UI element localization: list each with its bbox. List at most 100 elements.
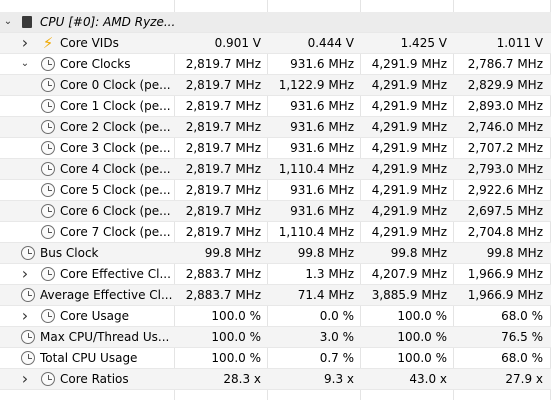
sensor-name-cell: Core 6 Clock (pe... — [0, 201, 174, 221]
sensor-row[interactable]: Core 6 Clock (pe... 2,819.7 MHz 931.6 MHz 4… — [0, 201, 551, 222]
clock-icon — [41, 309, 55, 323]
sensor-name-cell: Core 7 Clock (pe... — [0, 222, 174, 242]
sensor-row[interactable]: › Core Ratios 28.3 x 9.3 x 43.0 x 27.9 x — [0, 369, 551, 390]
clock-icon — [21, 351, 35, 365]
sensor-row[interactable]: Core 1 Clock (pe... 2,819.7 MHz 931.6 MHz 4… — [0, 96, 551, 117]
sensor-name-cell: ⌄ Core Clocks — [0, 54, 174, 74]
maximum-value: 3,885.9 MHz — [371, 288, 447, 302]
sensor-row[interactable]: Core 0 Clock (pe... 2,819.7 MHz 1,122.9 MH… — [0, 75, 551, 96]
sensor-name: Average Effective Cl... — [40, 288, 173, 302]
minimum-value: 0.444 V — [307, 36, 354, 50]
clock-icon — [41, 162, 55, 176]
minimum-value: 1,110.4 MHz — [278, 225, 354, 239]
current-value: 100.0 % — [211, 330, 261, 344]
sensor-name-cell: Core 1 Clock (pe... — [0, 96, 174, 116]
clock-icon — [41, 267, 55, 281]
maximum-value: 100.0 % — [397, 351, 447, 365]
sensor-row[interactable]: Max CPU/Thread Us... 100.0 % 3.0 % 100.0 % 7… — [0, 327, 551, 348]
sensor-name: Core 2 Clock (pe... — [60, 120, 171, 134]
sensor-row[interactable]: › Core Usage 100.0 % 0.0 % 100.0 % 68.0 % — [0, 306, 551, 327]
maximum-value: 4,291.9 MHz — [371, 57, 447, 71]
sensor-name-cell: Core 2 Clock (pe... — [0, 117, 174, 137]
clock-icon — [21, 288, 35, 302]
sensor-row[interactable]: Core 3 Clock (pe... 2,819.7 MHz 931.6 MHz 4… — [0, 138, 551, 159]
sensor-name: Core 5 Clock (pe... — [60, 183, 171, 197]
minimum-value: 931.6 MHz — [290, 183, 354, 197]
current-value: 2,819.7 MHz — [185, 120, 261, 134]
average-value: 2,704.8 MHz — [467, 225, 543, 239]
sensor-name: Core 7 Clock (pe... — [60, 225, 171, 239]
sensor-name-cell: Total CPU Usage — [0, 348, 174, 368]
sensor-row[interactable]: › ⚡ Core VIDs 0.901 V 0.444 V 1.425 V 1.011 V — [0, 33, 551, 54]
current-value: 2,819.7 MHz — [185, 183, 261, 197]
maximum-value: 4,291.9 MHz — [371, 78, 447, 92]
sensor-row[interactable]: Total CPU Usage 100.0 % 0.7 % 100.0 % 68.0 % — [0, 348, 551, 369]
average-value: 1,966.9 MHz — [467, 288, 543, 302]
group-row-cpu[interactable]: ⌄ CPU [#0]: AMD Ryze... — [0, 12, 551, 33]
minimum-value: 0.0 % — [319, 309, 354, 323]
chevron-down-icon[interactable]: ⌄ — [19, 54, 31, 74]
clock-icon — [41, 120, 55, 134]
minimum-value: 1,110.4 MHz — [278, 162, 354, 176]
sensor-name-cell: Core 3 Clock (pe... — [0, 138, 174, 158]
sensor-name: Core 3 Clock (pe... — [60, 141, 171, 155]
sensor-row[interactable]: Average Effective Cl... 2,883.7 MHz 71.4 M… — [0, 285, 551, 306]
average-value: 2,829.9 MHz — [467, 78, 543, 92]
minimum-value: 931.6 MHz — [290, 141, 354, 155]
sensor-row[interactable]: Core 2 Clock (pe... 2,819.7 MHz 931.6 MHz 4… — [0, 117, 551, 138]
sensor-name: Core 0 Clock (pe... — [60, 78, 171, 92]
group-name: CPU [#0]: AMD Ryze... — [40, 15, 174, 29]
current-value: 2,819.7 MHz — [185, 204, 261, 218]
chevron-right-icon[interactable]: › — [19, 369, 31, 389]
clock-icon — [41, 225, 55, 239]
current-value: 2,819.7 MHz — [185, 141, 261, 155]
maximum-value: 4,291.9 MHz — [371, 99, 447, 113]
clock-icon — [41, 141, 55, 155]
minimum-value: 3.0 % — [319, 330, 354, 344]
current-value: 100.0 % — [211, 351, 261, 365]
sensor-row[interactable]: Core 7 Clock (pe... 2,819.7 MHz 1,110.4 MH… — [0, 222, 551, 243]
minimum-value: 99.8 MHz — [297, 246, 354, 260]
sensor-name: Max CPU/Thread Us... — [40, 330, 170, 344]
current-value: 2,819.7 MHz — [185, 78, 261, 92]
chevron-right-icon[interactable]: › — [19, 264, 31, 284]
sensor-row[interactable]: Core 5 Clock (pe... 2,819.7 MHz 931.6 MHz 4… — [0, 180, 551, 201]
maximum-value: 4,291.9 MHz — [371, 204, 447, 218]
minimum-value: 931.6 MHz — [290, 57, 354, 71]
clock-icon — [41, 78, 55, 92]
average-value: 2,893.0 MHz — [467, 99, 543, 113]
current-value: 0.901 V — [214, 36, 261, 50]
sensor-name-cell: Core 4 Clock (pe... — [0, 159, 174, 179]
minimum-value: 9.3 x — [324, 372, 354, 386]
current-value: 2,819.7 MHz — [185, 162, 261, 176]
clock-icon — [41, 183, 55, 197]
current-value: 99.8 MHz — [204, 246, 261, 260]
sensor-name: Core 4 Clock (pe... — [60, 162, 171, 176]
average-value: 27.9 x — [505, 372, 543, 386]
sensor-row[interactable]: ⌄ Core Clocks 2,819.7 MHz 931.6 MHz 4,291.9 … — [0, 54, 551, 75]
sensor-name: Core Clocks — [60, 57, 131, 71]
maximum-value: 4,291.9 MHz — [371, 141, 447, 155]
sensor-name-cell: › Core Effective Cl... — [0, 264, 174, 284]
maximum-value: 100.0 % — [397, 330, 447, 344]
chevron-down-icon[interactable]: ⌄ — [2, 12, 14, 32]
sensor-name: Core VIDs — [60, 36, 119, 50]
sensor-row[interactable]: Core 4 Clock (pe... 2,819.7 MHz 1,110.4 MH… — [0, 159, 551, 180]
maximum-value: 4,291.9 MHz — [371, 225, 447, 239]
chevron-right-icon[interactable]: › — [19, 306, 31, 326]
sensor-name-cell: › Core Usage — [0, 306, 174, 326]
sensor-row[interactable]: › Core Effective Cl... 2,883.7 MHz 1.3 MHz 4… — [0, 264, 551, 285]
clock-icon — [41, 204, 55, 218]
average-value: 2,746.0 MHz — [467, 120, 543, 134]
average-value: 99.8 MHz — [486, 246, 543, 260]
current-value: 100.0 % — [211, 309, 261, 323]
chevron-right-icon[interactable]: › — [19, 33, 31, 53]
maximum-value: 4,291.9 MHz — [371, 120, 447, 134]
group-value-cell — [360, 12, 453, 32]
maximum-value: 100.0 % — [397, 309, 447, 323]
current-value: 28.3 x — [223, 372, 261, 386]
sensor-row[interactable]: Bus Clock 99.8 MHz 99.8 MHz 99.8 MHz 99.8 MH… — [0, 243, 551, 264]
clock-icon — [41, 372, 55, 386]
group-value-cell — [453, 12, 551, 32]
sensor-table: ⌄ CPU [#0]: AMD Ryze... › ⚡ Core VIDs 0.901… — [0, 0, 551, 400]
